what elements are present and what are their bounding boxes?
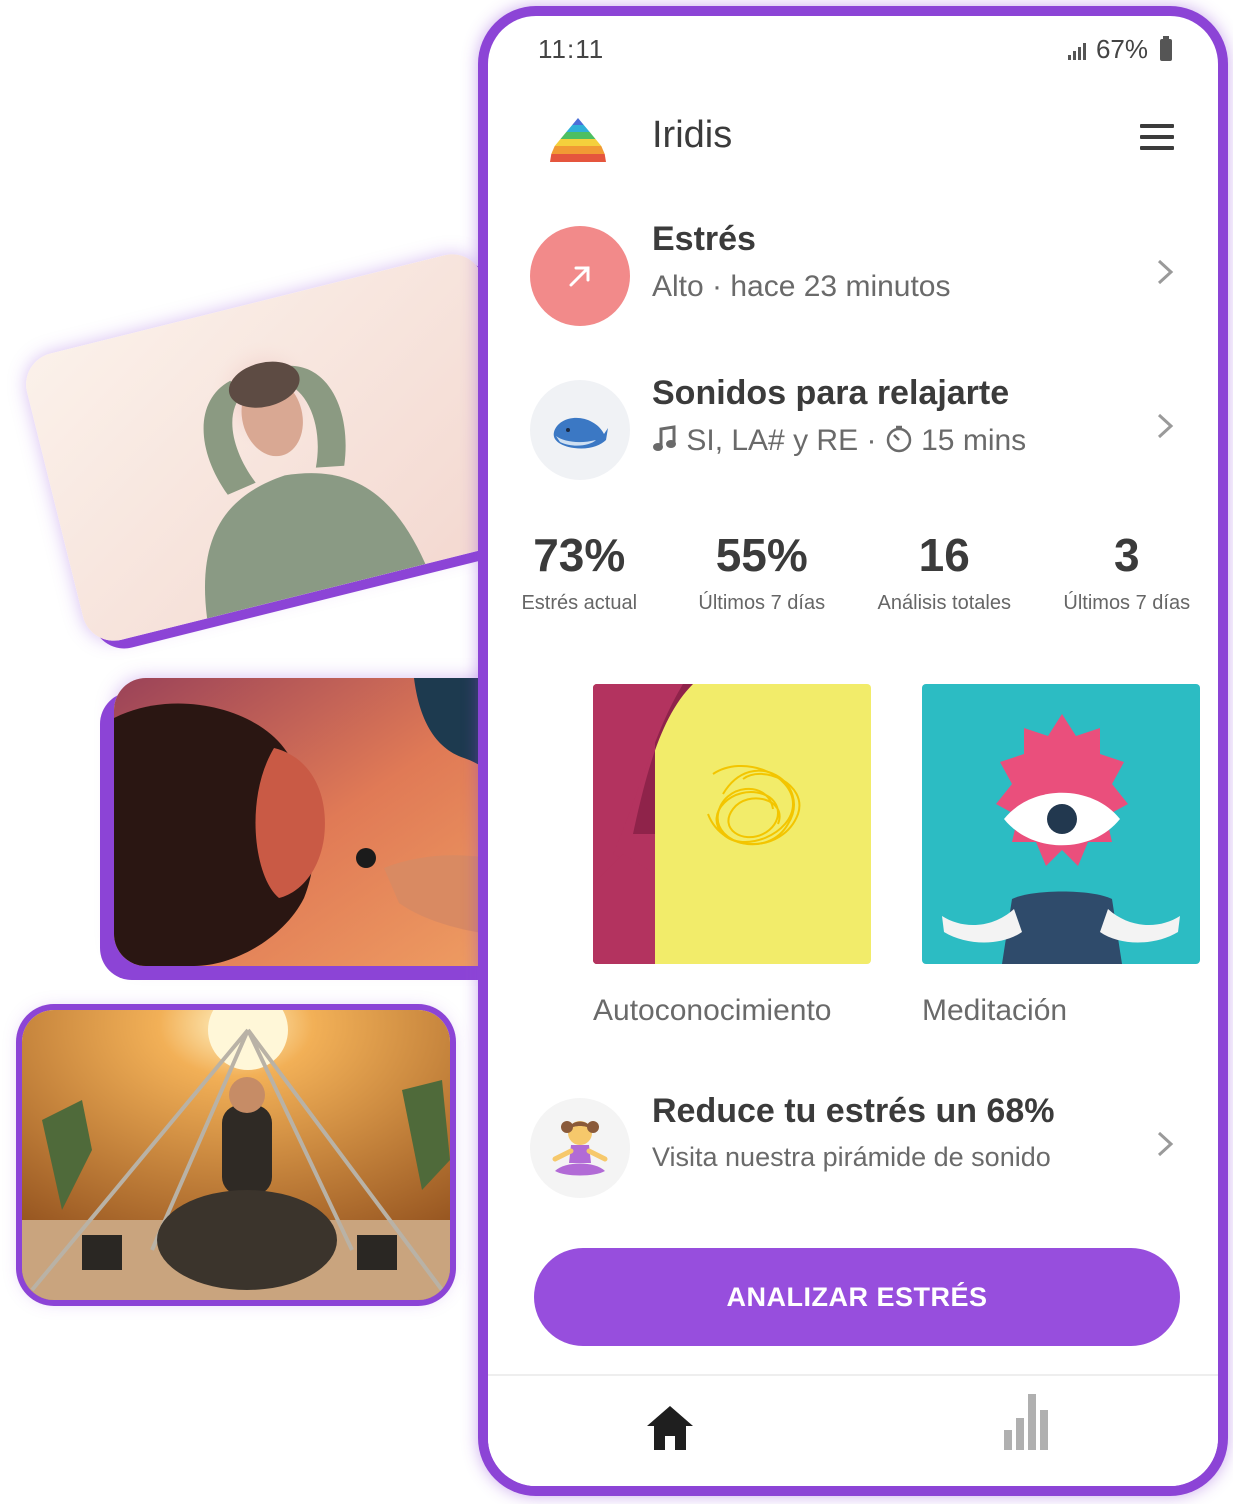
sounds-duration: 15 mins xyxy=(921,424,1027,457)
battery-icon xyxy=(1160,35,1172,61)
sounds-subtitle: SI, LA# y RE · 15 mins xyxy=(652,424,1026,458)
sounds-notes: SI, LA# y RE xyxy=(686,424,859,457)
stage: 11:11 67% Iridis Estrés Alto · hace 23 m… xyxy=(0,0,1233,1504)
stat-week-stress: 55% Últimos 7 días xyxy=(671,528,854,628)
bar-chart-icon[interactable] xyxy=(1002,1394,1052,1452)
promo-title: Reduce tu estrés un 68% xyxy=(652,1092,1055,1130)
timer-icon xyxy=(886,425,912,453)
music-note-icon xyxy=(653,425,676,451)
stat-label: Últimos 7 días xyxy=(1063,592,1191,614)
meditation-avatar xyxy=(530,1098,630,1198)
stat-value: 16 xyxy=(918,529,970,581)
tile-self-knowledge[interactable]: Autoconocimiento xyxy=(593,684,871,1028)
person-meditating-icon xyxy=(552,1121,608,1176)
sound-pyramid-promo-row[interactable]: Reduce tu estrés un 68% Visita nuestra p… xyxy=(488,1092,1218,1202)
app-screen: 11:11 67% Iridis Estrés Alto · hace 23 m… xyxy=(488,16,1218,1486)
stat-value: 3 xyxy=(1113,529,1140,581)
self-knowledge-illustration xyxy=(593,684,871,964)
chevron-right-icon xyxy=(1157,259,1174,285)
bottom-nav xyxy=(488,1374,1218,1486)
app-header: Iridis xyxy=(488,106,1218,166)
sounds-title: Sonidos para relajarte xyxy=(652,374,1010,412)
activity-tiles: Autoconocimiento Meditación xyxy=(488,684,1218,1044)
app-title: Iridis xyxy=(652,114,733,156)
arrow-up-right-icon xyxy=(569,266,590,287)
stat-total-analyses: 16 Análisis totales xyxy=(853,528,1036,628)
stress-title: Estrés xyxy=(652,220,756,258)
tile-meditation[interactable]: Meditación xyxy=(922,684,1200,1028)
stat-current-stress: 73% Estrés actual xyxy=(488,528,671,628)
chevron-right-icon xyxy=(1157,413,1174,439)
tile-label: Meditación xyxy=(922,994,1068,1027)
status-bar: 11:11 67% xyxy=(488,16,1218,76)
stress-row[interactable]: Estrés Alto · hace 23 minutos xyxy=(488,220,1218,330)
stat-week-analyses: 3 Últimos 7 días xyxy=(1036,528,1219,628)
phone-frame: 11:11 67% Iridis Estrés Alto · hace 23 m… xyxy=(478,6,1228,1496)
stat-label: Estrés actual xyxy=(521,592,638,614)
analyze-stress-button[interactable]: ANALIZAR ESTRÉS xyxy=(534,1248,1180,1346)
stress-subtitle: Alto · hace 23 minutos xyxy=(652,270,951,303)
stress-level-badge xyxy=(530,226,630,326)
rainbow-pyramid-logo-icon xyxy=(550,118,606,162)
stats-summary: 73% Estrés actual 55% Últimos 7 días 16 … xyxy=(488,528,1218,628)
whale-icon xyxy=(553,417,608,449)
separator-dot: · xyxy=(866,424,877,457)
stressed-person-photo xyxy=(19,247,547,648)
home-icon[interactable] xyxy=(645,1404,695,1452)
sound-pyramid-photo xyxy=(22,1010,450,1300)
battery-percent: 67% xyxy=(1095,34,1148,64)
tile-label: Autoconocimiento xyxy=(593,994,832,1027)
stat-label: Últimos 7 días xyxy=(698,592,826,614)
whale-avatar xyxy=(530,380,630,480)
status-indicators: 67% xyxy=(1067,34,1172,65)
meditation-illustration xyxy=(922,684,1200,964)
signal-icon xyxy=(1067,40,1086,60)
status-time: 11:11 xyxy=(538,34,605,64)
stat-value: 55% xyxy=(715,529,808,581)
stat-label: Análisis totales xyxy=(877,592,1011,614)
promo-subtitle: Visita nuestra pirámide de sonido xyxy=(652,1142,1051,1172)
stat-value: 73% xyxy=(533,529,626,581)
chevron-right-icon xyxy=(1157,1131,1174,1157)
relax-sounds-row[interactable]: Sonidos para relajarte SI, LA# y RE · 15… xyxy=(488,374,1218,484)
hamburger-menu-icon[interactable] xyxy=(1140,124,1174,150)
